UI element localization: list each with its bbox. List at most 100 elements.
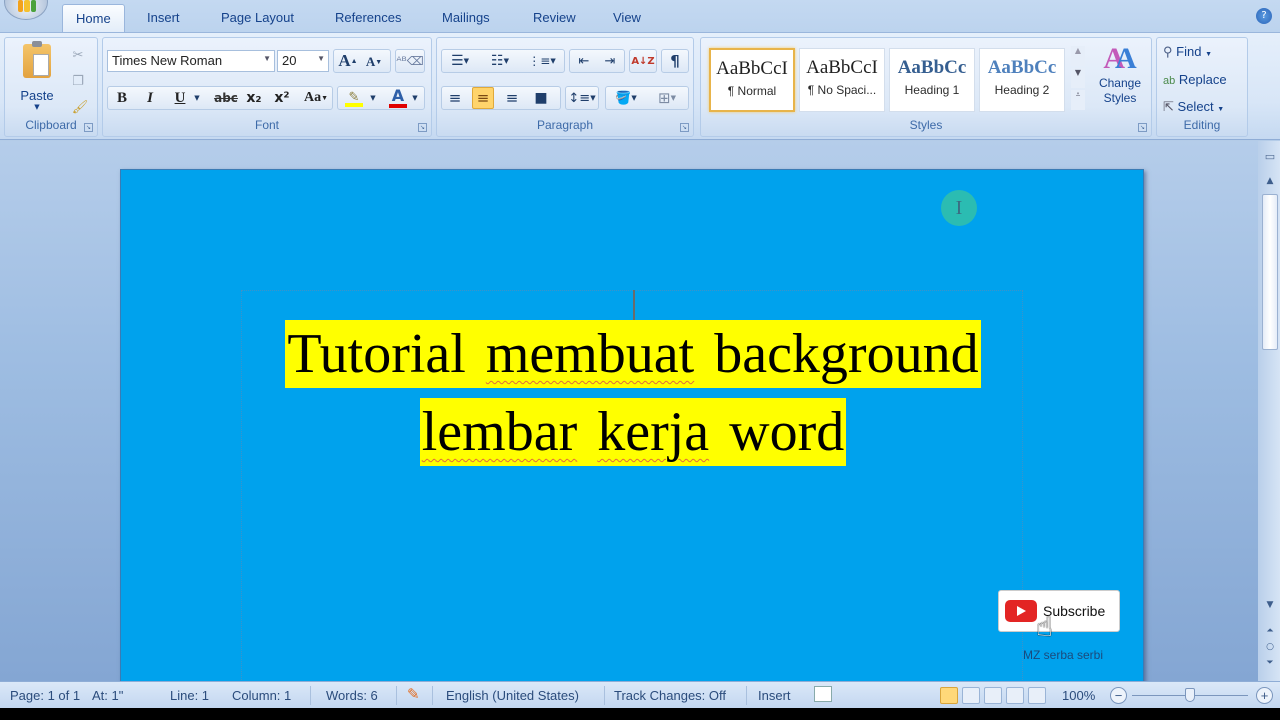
line-spacing-button[interactable]: ↕≡ ▼: [567, 87, 597, 109]
vertical-position[interactable]: At: 1": [92, 688, 123, 703]
sort-icon[interactable]: A↓Z: [631, 50, 654, 72]
change-case-button[interactable]: Aa ▼: [301, 87, 331, 109]
bullets-button[interactable]: ☰ ▼: [443, 50, 477, 72]
tab-insert[interactable]: Insert: [134, 4, 193, 32]
format-painter-icon[interactable]: 🖌: [69, 96, 91, 118]
zoom-out-icon[interactable]: −: [1110, 687, 1127, 704]
style-name: ¶ No Spaci...: [807, 83, 877, 97]
shading-button[interactable]: 🪣 ▼: [609, 87, 643, 109]
office-button[interactable]: [4, 0, 48, 20]
outline-view-icon[interactable]: [1006, 687, 1024, 704]
change-styles-button[interactable]: AA Change Styles: [1091, 42, 1149, 118]
strikethrough-button[interactable]: abc: [213, 87, 239, 109]
subscribe-button[interactable]: Subscribe: [998, 590, 1120, 632]
bold-button[interactable]: B: [111, 87, 133, 109]
insert-mode[interactable]: Insert: [758, 688, 791, 703]
scroll-up-icon[interactable]: ▲: [1262, 176, 1278, 190]
align-left-icon[interactable]: ≡: [444, 87, 466, 109]
document-body[interactable]: Tutorial membuat background lembar kerja…: [121, 320, 1145, 466]
grow-font-button[interactable]: A ▲: [337, 50, 359, 72]
tab-references[interactable]: References: [322, 4, 414, 32]
copy-icon[interactable]: ❐: [67, 70, 89, 92]
style-no-spacing[interactable]: AaBbCcI ¶ No Spaci...: [799, 48, 885, 112]
highlight-button[interactable]: ✎: [343, 87, 365, 109]
tab-page-layout[interactable]: Page Layout: [208, 4, 307, 32]
style-heading-2[interactable]: AaBbCc Heading 2: [979, 48, 1065, 112]
page-indicator[interactable]: Page: 1 of 1: [10, 688, 80, 703]
previous-page-icon[interactable]: ⏶: [1262, 626, 1278, 640]
style-normal[interactable]: AaBbCcI ¶ Normal: [709, 48, 795, 112]
track-changes-status[interactable]: Track Changes: Off: [614, 688, 726, 703]
chevron-down-icon: ▼: [263, 54, 271, 63]
document-page[interactable]: I Tutorial membuat background lembar ker…: [120, 169, 1145, 690]
column-number[interactable]: Column: 1: [232, 688, 291, 703]
clipboard-launcher-icon[interactable]: ↘: [84, 123, 93, 132]
font-name-value: Times New Roman: [112, 53, 223, 68]
tab-view[interactable]: View: [600, 4, 654, 32]
chevron-down-icon: ▼: [317, 54, 325, 63]
find-button[interactable]: ⚲ Find ▼: [1163, 44, 1212, 60]
zoom-slider-thumb[interactable]: [1185, 688, 1195, 702]
macro-recording-icon[interactable]: [814, 686, 832, 702]
line-number[interactable]: Line: 1: [170, 688, 209, 703]
proofing-icon[interactable]: ✎: [407, 685, 420, 703]
help-icon[interactable]: ?: [1256, 8, 1272, 24]
underline-dropdown-icon[interactable]: ▼: [191, 87, 203, 109]
font-launcher-icon[interactable]: ↘: [418, 123, 427, 132]
superscript-button[interactable]: x²: [271, 87, 293, 109]
numbering-icon: ☷: [491, 53, 504, 69]
style-heading-1[interactable]: AaBbCc Heading 1: [889, 48, 975, 112]
full-screen-reading-view-icon[interactable]: [962, 687, 980, 704]
font-color-button[interactable]: A: [387, 87, 409, 109]
highlighted-text: lembar kerja word: [419, 398, 847, 466]
increase-indent-icon[interactable]: ⇥: [599, 50, 621, 72]
draft-view-icon[interactable]: [1028, 687, 1046, 704]
multilevel-list-icon: ⋮≡: [528, 54, 551, 68]
numbering-button[interactable]: ☷ ▼: [483, 50, 517, 72]
styles-scroll-down-icon[interactable]: ▼: [1071, 68, 1085, 88]
word-count[interactable]: Words: 6: [326, 688, 378, 703]
select-browse-object-icon[interactable]: ○: [1262, 642, 1278, 656]
cut-icon[interactable]: ✂: [67, 44, 89, 66]
style-name: ¶ Normal: [727, 84, 777, 98]
font-name-combo[interactable]: Times New Roman ▼: [107, 50, 275, 72]
clear-formatting-icon[interactable]: ᴬᴮ⌫: [396, 50, 423, 72]
italic-button[interactable]: I: [139, 87, 161, 109]
styles-scroll-up-icon[interactable]: ▲: [1071, 46, 1085, 66]
font-color-bar: [389, 104, 407, 108]
align-right-icon[interactable]: ≡: [501, 87, 523, 109]
tab-home[interactable]: Home: [62, 4, 125, 32]
word-window: Home Insert Page Layout References Maili…: [0, 0, 1280, 720]
font-size-combo[interactable]: 20 ▼: [277, 50, 329, 72]
scrollbar-thumb[interactable]: [1262, 194, 1278, 350]
justify-icon[interactable]: ■: [530, 87, 552, 109]
borders-button[interactable]: ⊞ ▼: [649, 87, 685, 109]
next-page-icon[interactable]: ⏷: [1262, 658, 1278, 672]
zoom-level[interactable]: 100%: [1062, 688, 1095, 703]
paste-button[interactable]: Paste ▼: [11, 40, 63, 112]
show-formatting-marks-button[interactable]: ¶: [664, 50, 686, 72]
align-center-icon[interactable]: ≡: [472, 87, 494, 109]
paragraph-launcher-icon[interactable]: ↘: [680, 123, 689, 132]
multilevel-list-button[interactable]: ⋮≡ ▼: [525, 50, 559, 72]
decrease-indent-icon[interactable]: ⇤: [573, 50, 595, 72]
select-button[interactable]: ⇱ Select ▼: [1163, 99, 1224, 115]
styles-launcher-icon[interactable]: ↘: [1138, 123, 1147, 132]
subscript-button[interactable]: x₂: [243, 87, 265, 109]
web-layout-view-icon[interactable]: [984, 687, 1002, 704]
shrink-font-button[interactable]: A ▼: [363, 51, 385, 73]
tab-mailings[interactable]: Mailings: [429, 4, 503, 32]
highlight-dropdown-icon[interactable]: ▼: [367, 87, 379, 109]
zoom-in-icon[interactable]: +: [1256, 687, 1273, 704]
font-color-dropdown-icon[interactable]: ▼: [409, 87, 421, 109]
scroll-down-icon[interactable]: ▼: [1262, 600, 1278, 614]
bullets-icon: ☰: [451, 53, 464, 69]
print-layout-view-icon[interactable]: [940, 687, 958, 704]
replace-button[interactable]: ab Replace: [1163, 72, 1227, 87]
underline-button[interactable]: U: [169, 87, 191, 109]
text-line-2: lembar kerja word: [121, 398, 1145, 466]
tab-review[interactable]: Review: [520, 4, 589, 32]
view-ruler-icon[interactable]: ▭: [1262, 150, 1278, 164]
styles-more-icon[interactable]: ⩡: [1071, 90, 1085, 110]
language[interactable]: English (United States): [446, 688, 579, 703]
